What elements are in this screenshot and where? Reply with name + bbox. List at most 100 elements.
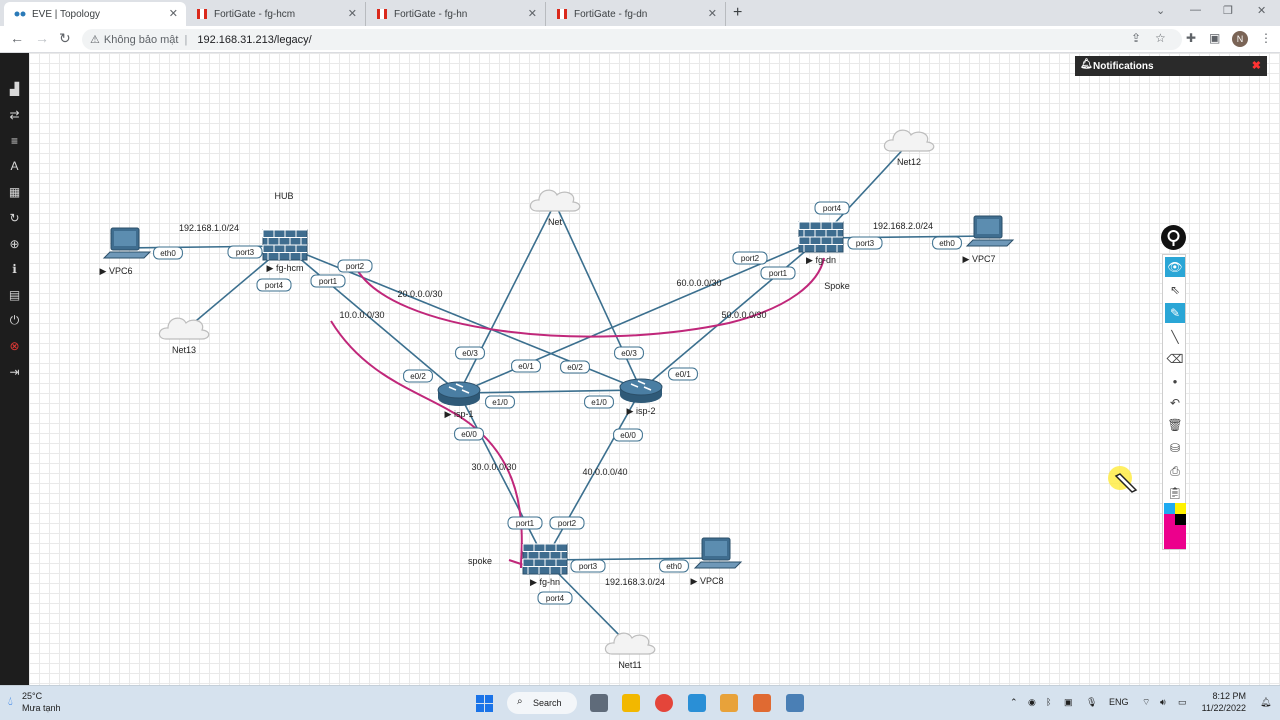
rain-icon: 💧︎ <box>8 694 13 708</box>
chevron-down-icon[interactable]: ⌄ <box>1156 4 1165 17</box>
task-view-icon[interactable] <box>590 694 608 712</box>
port-label-isp-1-e1-0: e1/0 <box>492 398 508 407</box>
spoke-label-dn: Spoke <box>824 281 850 291</box>
taskbar-search[interactable]: ⌕ Search <box>507 692 577 714</box>
power-icon[interactable]: ⏻ <box>7 313 22 328</box>
eraser-icon[interactable]: ⌫ <box>1165 349 1185 369</box>
file-explorer-icon[interactable] <box>622 694 640 712</box>
tab-fg-hn[interactable]: FortiGate - fg-hn ✕ <box>366 2 546 26</box>
tab-fg-hcm[interactable]: FortiGate - fg-hcm ✕ <box>186 2 366 26</box>
tray-app2-icon[interactable]: ▣ <box>1064 697 1073 708</box>
close-lab-icon[interactable]: ⊗ <box>7 338 22 353</box>
close-tab-icon[interactable]: ✕ <box>169 7 178 20</box>
vpc7-icon <box>965 215 1015 247</box>
app-orange-icon[interactable] <box>753 694 771 712</box>
weather-widget[interactable]: 25°C Mưa tạnh <box>22 690 61 714</box>
bluetooth-icon[interactable]: ᛒ <box>1046 697 1051 707</box>
fill-icon[interactable]: ⛁ <box>1165 438 1185 458</box>
topology-canvas[interactable]: eth0 port3 192.168.1.0/24 port4 port2 e0/2 20.… <box>29 53 1280 685</box>
connections-icon[interactable]: ⇄ <box>7 107 22 122</box>
forward-icon[interactable]: → <box>35 30 49 46</box>
vmware-icon[interactable] <box>720 694 738 712</box>
undo-icon[interactable]: ↶ <box>1165 393 1185 413</box>
tab-title: EVE | Topology <box>32 8 101 20</box>
net12-icon <box>883 129 935 152</box>
dot-icon[interactable]: ● <box>1165 371 1185 391</box>
logout-icon[interactable]: ⇥ <box>7 364 22 379</box>
grid-icon[interactable]: ▦ <box>7 184 22 199</box>
chrome-icon[interactable] <box>655 694 673 712</box>
vpc6-icon <box>102 227 152 259</box>
close-icon[interactable]: ✖ <box>1252 59 1261 72</box>
weather-text: Mưa tạnh <box>22 703 61 713</box>
vpc6-keyboard <box>102 251 152 259</box>
eye-icon[interactable]: 👁︎ <box>1165 257 1185 277</box>
subnet-label: 192.168.1.0/24 <box>179 223 239 233</box>
tray-chevron-icon[interactable]: ⌃ <box>1010 697 1018 708</box>
eve-favicon-icon <box>14 9 26 19</box>
list-icon[interactable]: ≡ <box>7 133 22 148</box>
time: 8:12 PM <box>1212 691 1246 701</box>
restore-icon[interactable]: ❐ <box>1223 4 1233 17</box>
close-tab-icon[interactable]: ✕ <box>348 7 357 20</box>
notification-center-icon[interactable]: 🔔︎ <box>1260 697 1271 708</box>
clipboard-icon[interactable]: 📋︎ <box>1165 483 1185 503</box>
bookmark-star-icon[interactable]: ☆ <box>1155 31 1166 45</box>
port-label-fg-hn-port1: port1 <box>516 519 535 528</box>
clock[interactable]: 8:12 PM 11/22/2022 <box>1196 690 1246 714</box>
info-icon[interactable]: ℹ <box>7 261 22 276</box>
drawing-toolbar: 👁︎ ⇖ ✎ ╲ ⌫ ● ↶ 🗑︎ ⛁ ⎙ 📋︎ <box>1162 254 1186 550</box>
refresh-icon[interactable]: ↻ <box>7 210 22 225</box>
camera-icon[interactable]: ⎙ <box>1165 461 1185 481</box>
subnet-label: 192.168.2.0/24 <box>873 221 933 231</box>
tray-app-icon[interactable]: ◉ <box>1028 697 1036 708</box>
subnet-label: 192.168.3.0/24 <box>605 577 665 587</box>
back-icon[interactable]: ← <box>10 30 24 46</box>
share-icon[interactable]: ⇪ <box>1131 31 1141 45</box>
link-isp-1-isp-2 <box>458 389 642 394</box>
subnet-label: 10.0.0.0/30 <box>339 310 384 320</box>
sidepanel-icon[interactable]: ▣ <box>1209 31 1220 45</box>
pin-icon[interactable] <box>1161 225 1186 250</box>
menu-kebab-icon[interactable]: ⋮ <box>1260 31 1272 45</box>
logs-icon[interactable]: ▤ <box>7 287 22 302</box>
add-object-icon[interactable]: ▟ <box>7 81 22 96</box>
fortigate-favicon-icon <box>556 9 568 19</box>
url-field[interactable]: ⚠ Không bảo mật | 192.168.31.213/legacy/ <box>82 29 1182 50</box>
avatar[interactable]: N <box>1232 31 1248 47</box>
extensions-icon[interactable]: ✚ <box>1186 31 1196 45</box>
color-palette[interactable] <box>1164 503 1186 549</box>
line-icon[interactable]: ╲ <box>1165 327 1185 347</box>
volume-icon[interactable]: 🔊︎ <box>1160 697 1166 708</box>
microphone-icon[interactable]: 🎙︎ <box>1086 697 1097 708</box>
text-icon[interactable]: A <box>7 158 22 173</box>
zoom-icon[interactable]: ⊕ <box>7 236 22 251</box>
taskbar: 💧︎ 25°C Mưa tạnh ⌕ Search ⌃ ◉ ᛒ ▣ 🎙︎ ENG… <box>0 685 1280 720</box>
window-close-icon[interactable]: ✕ <box>1257 4 1266 17</box>
tab-eve-topology[interactable]: EVE | Topology ✕ <box>4 2 186 26</box>
hub-label: HUB <box>274 191 293 201</box>
tab-fg-dn[interactable]: FortiGate - fg-dn ✕ <box>546 2 726 26</box>
pointer-icon[interactable]: ⇖ <box>1165 280 1185 300</box>
search-label: Search <box>533 698 562 708</box>
new-tab-icon[interactable]: + <box>733 4 742 22</box>
node-label-vpc7: ▶ VPC7 <box>963 254 996 264</box>
subnet-label: 60.0.0.0/30 <box>676 278 721 288</box>
notepad-icon[interactable] <box>688 694 706 712</box>
close-tab-icon[interactable]: ✕ <box>528 7 537 20</box>
port-label-fg-hcm-port2: port2 <box>346 262 365 271</box>
wifi-icon[interactable]: ⌔ <box>1142 697 1150 708</box>
battery-icon[interactable]: ▭ <box>1178 697 1187 708</box>
network-app-icon[interactable] <box>786 694 804 712</box>
reload-icon[interactable]: ↻ <box>59 30 71 47</box>
trash-icon[interactable]: 🗑︎ <box>1165 415 1185 435</box>
minimize-icon[interactable]: — <box>1190 4 1201 16</box>
close-tab-icon[interactable]: ✕ <box>708 7 717 20</box>
language-indicator[interactable]: ENG <box>1109 697 1129 707</box>
search-icon: ⌕ <box>517 696 523 707</box>
pen-cursor-icon <box>1108 466 1138 493</box>
windows-start-icon[interactable] <box>476 695 493 712</box>
pencil-icon[interactable]: ✎ <box>1165 303 1185 323</box>
vpc8-keyboard <box>693 561 743 569</box>
notifications-panel[interactable]: 🔔︎ Notifications ✖ <box>1075 56 1267 76</box>
